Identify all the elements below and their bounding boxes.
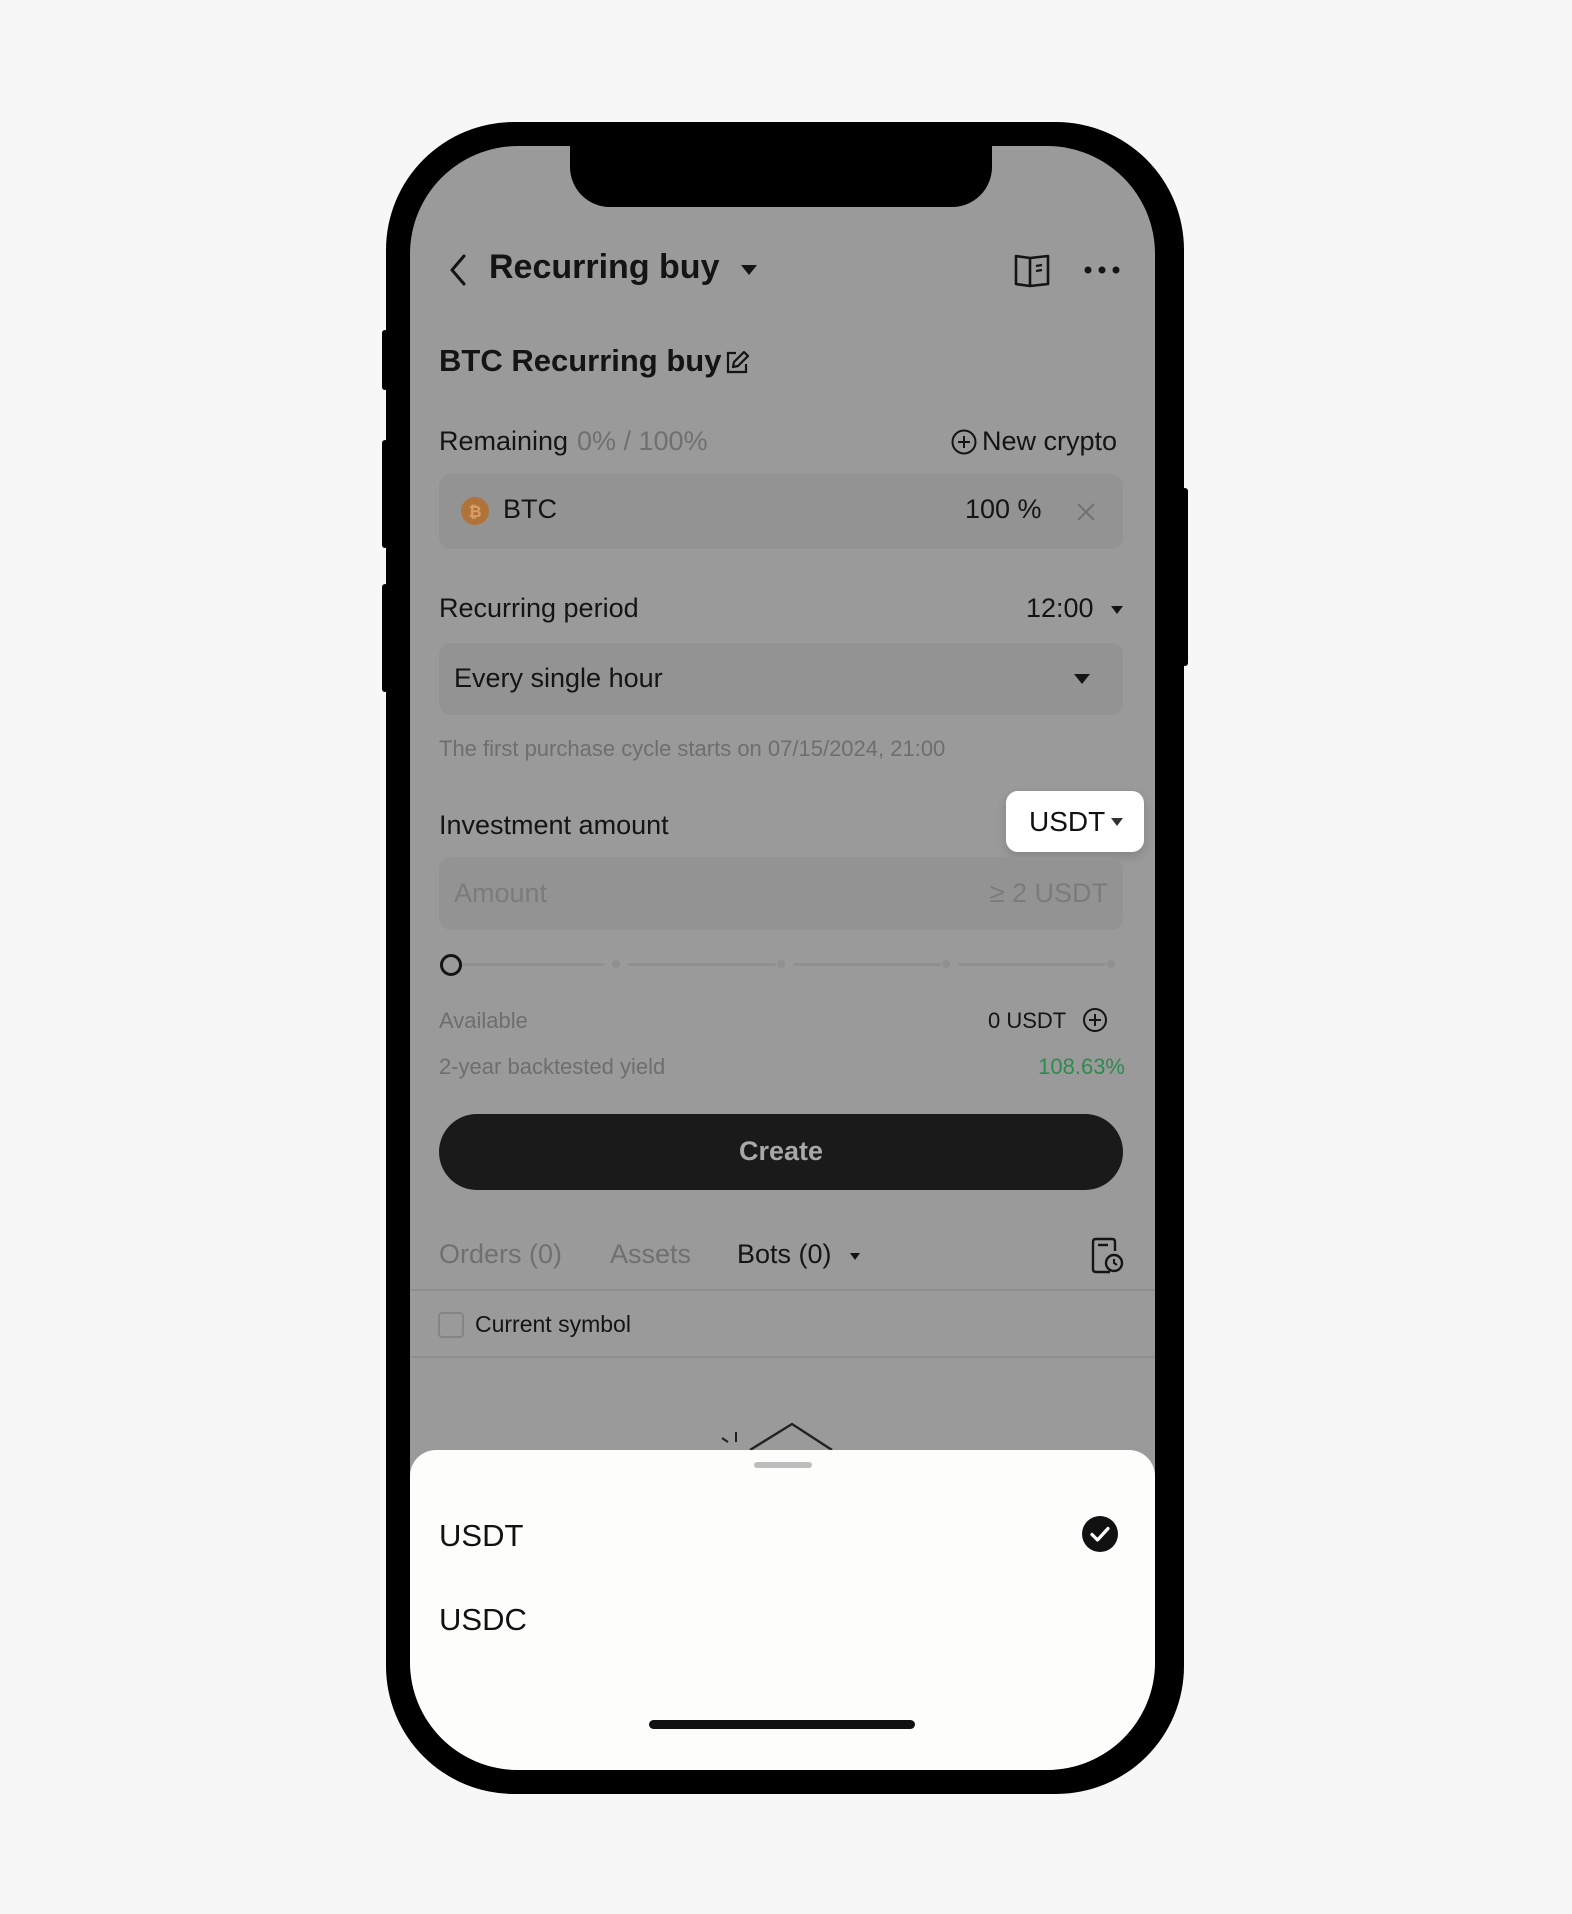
currency-select-value: USDT [1029,806,1106,837]
guide-button[interactable] [1012,250,1052,290]
remaining-value: 0% / 100% [577,426,708,456]
order-history-button[interactable] [1090,1237,1124,1275]
caret-down-icon [1074,674,1090,684]
page-title[interactable]: Recurring buy [489,248,719,287]
tabs-divider [410,1289,1155,1291]
home-indicator[interactable] [649,1720,915,1729]
tab-bots[interactable]: Bots (0) [737,1236,867,1272]
title-dropdown-button[interactable] [738,260,760,280]
back-button[interactable] [444,250,474,290]
check-circle-icon [1082,1516,1118,1552]
svg-text:₿: ₿ [468,503,481,521]
slider-stop-50[interactable] [777,960,785,968]
create-button[interactable]: Create [439,1114,1123,1190]
slider-stop-25[interactable] [612,960,620,968]
caret-down-icon [1111,818,1123,826]
amount-input[interactable]: Amount ≥ 2 USDT [439,857,1123,930]
frequency-value: Every single hour [454,663,663,693]
caret-down-icon [741,265,757,275]
allocation-coin: BTC [503,494,557,524]
current-symbol-checkbox[interactable] [438,1312,464,1338]
first-purchase-note: The first purchase cycle starts on 07/15… [439,736,946,761]
currency-option-usdc[interactable]: USDC [410,1584,1155,1654]
frequency-select[interactable]: Every single hour [439,643,1123,715]
chevron-left-icon [450,254,466,286]
slider-track-segment [628,963,776,966]
more-horizontal-icon [1084,266,1120,274]
edit-icon [726,350,750,374]
amount-min-hint: ≥ 2 USDT [989,878,1108,908]
tab-assets[interactable]: Assets [610,1239,691,1270]
sheet-drag-handle[interactable] [754,1462,812,1468]
slider-handle[interactable] [440,954,462,976]
available-value: 0 USDT [988,1008,1067,1033]
currency-bottom-sheet: USDT USDC [410,1450,1155,1770]
more-button[interactable] [1082,258,1122,282]
backtested-yield-value: 108.63% [1038,1054,1125,1079]
investment-amount-label: Investment amount [439,810,669,840]
order-history-icon [1091,1237,1124,1274]
edit-name-button[interactable] [724,350,750,376]
phone-notch [570,146,992,207]
slider-track-segment [958,963,1106,966]
time-select[interactable]: 12:00 [1026,590,1126,626]
currency-option-label: USDT [439,1518,524,1553]
plus-circle-icon [951,429,977,455]
allocation-row-btc[interactable]: ₿ BTC 100 % [439,474,1123,549]
currency-select-button[interactable]: USDT [1006,791,1144,852]
book-icon [1014,254,1050,288]
backtested-yield-label: 2-year backtested yield [439,1054,666,1079]
create-button-label: Create [738,1136,824,1166]
remaining-label: Remaining [439,426,569,456]
caret-down-icon [850,1253,860,1260]
slider-track-segment [793,963,941,966]
tab-orders[interactable]: Orders (0) [439,1239,562,1270]
allocation-percent-input[interactable]: 100 % [965,494,1042,525]
new-crypto-button[interactable]: New crypto [950,424,1125,458]
filter-divider [410,1356,1155,1358]
tab-bots-label: Bots (0) [737,1239,832,1269]
slider-stop-75[interactable] [942,960,950,968]
phone-screen: Recurring buy BTC Recurring buy Remainin… [410,146,1155,1770]
current-symbol-label: Current symbol [475,1311,631,1337]
time-value: 12:00 [1026,593,1094,623]
new-crypto-label: New crypto [982,426,1118,456]
slider-track-segment [456,963,604,966]
caret-down-icon [1111,606,1123,614]
available-row-right: 0 USDT [988,1006,1128,1036]
plus-circle-icon[interactable] [1082,1007,1108,1033]
bitcoin-icon: ₿ [461,497,489,525]
currency-option-usdt[interactable]: USDT [410,1500,1155,1570]
available-label: Available [439,1008,528,1033]
slider-stop-100[interactable] [1107,960,1115,968]
close-icon[interactable] [1075,501,1097,523]
recurring-period-label: Recurring period [439,593,639,623]
strategy-name: BTC Recurring buy [439,343,722,378]
amount-placeholder: Amount [454,878,548,908]
currency-option-label: USDC [439,1602,527,1637]
